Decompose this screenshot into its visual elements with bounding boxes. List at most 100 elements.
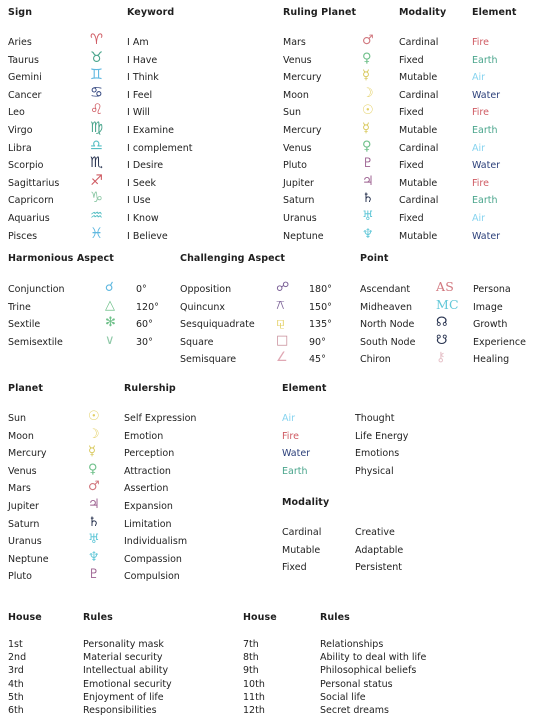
element-name: Air [282,413,296,424]
sign-modality: Fixed [399,54,424,66]
house-rules: Personality mask [83,639,164,650]
planet-name: Moon [8,430,34,442]
sign-keyword: I Think [127,72,159,84]
element-meaning: Life Energy [355,430,409,442]
sign-modality: Mutable [399,230,438,242]
challenging-aspect-glyph: ∠ [276,350,288,366]
signs-header-sign: Sign [8,7,33,18]
house-rules: Intellectual ability [83,665,169,677]
sign-glyph: ♑ [90,190,103,207]
sign-glyph: ♌ [90,102,103,119]
planet-rulership: Attraction [124,465,171,477]
house-number: 11th [243,691,265,703]
planet-glyph: ♄ [88,514,100,530]
ruling-planet-name: Mercury [283,125,322,136]
planet-name: Mercury [8,448,47,460]
houses-header-rules-left: Rules [83,612,113,623]
sign-name: Capricorn [8,195,54,207]
element-name: Fire [282,430,299,442]
aspects-header-harmonious: Harmonious Aspect [8,253,114,264]
sign-name: Virgo [8,125,33,136]
point-name: Midheaven [360,301,413,313]
harmonious-aspect-name: Sextile [8,319,41,331]
signs-header-ruling-planet: Ruling Planet [283,7,357,18]
sign-element: Water [472,230,501,242]
point-glyph: ☋ [436,332,448,348]
sign-name: Gemini [8,72,42,84]
sign-keyword: I Examine [127,125,175,136]
challenging-aspect-glyph: □ [276,332,289,348]
sign-name: Aries [8,37,32,48]
house-number: 6th [8,705,24,716]
point-glyph: AS [436,279,454,294]
ruling-planet-glyph: ♆ [362,226,374,242]
modality-meaning: Creative [355,527,395,538]
aspects-header-point: Point [360,253,389,264]
challenging-aspect-name: Opposition [180,284,232,295]
aspects-header-challenging: Challenging Aspect [180,253,286,264]
house-rules: Social life [320,691,366,703]
planet-name: Uranus [8,536,42,548]
sign-element: Water [472,160,501,172]
sign-glyph: ♍ [90,120,103,136]
astrology-reference-sheet: Sign Keyword Ruling Planet Modality Elem… [0,0,546,720]
sign-name: Libra [8,142,32,154]
house-rules: Relationships [320,639,384,650]
harmonious-aspect-degrees: 0° [136,284,147,295]
planets-header-modality: Modality [282,497,330,508]
challenging-aspect-glyph: ⚼ [276,315,285,331]
signs-header-keyword: Keyword [127,7,175,18]
planet-name: Saturn [8,518,40,530]
sign-keyword: I Seek [127,177,157,189]
sign-keyword: I complement [127,142,193,154]
sign-modality: Mutable [399,177,438,189]
harmonious-aspect-glyph: ☌ [105,280,114,295]
sign-element: Fire [472,177,489,189]
planet-rulership: Assertion [124,483,169,495]
house-rules: Enjoyment of life [83,691,164,703]
sign-modality: Fixed [399,160,424,172]
ruling-planet-name: Mars [283,37,306,48]
house-number: 3rd [8,665,24,677]
challenging-aspect-degrees: 180° [309,284,332,295]
challenging-aspect-degrees: 45° [309,354,326,366]
modality-name: Cardinal [282,527,322,538]
houses-header-house-left: House [8,612,42,623]
planet-glyph: ♂ [88,479,100,495]
sign-glyph: ♐ [90,172,103,189]
sign-element: Water [472,89,501,101]
planet-name: Jupiter [8,501,39,512]
point-meaning: Experience [473,336,526,348]
modality-name: Mutable [282,544,321,556]
signs-header-element: Element [472,7,517,18]
sign-glyph: ♓ [90,225,103,242]
point-meaning: Growth [473,319,508,331]
house-number: 8th [243,652,259,664]
challenging-aspect-glyph: ☍ [276,280,290,295]
modality-name: Fixed [282,562,307,574]
sign-keyword: I Am [127,37,149,48]
planet-name: Neptune [8,553,49,565]
challenging-aspect-name: Quincunx [180,301,226,313]
planet-glyph: ☉ [88,409,100,424]
sign-modality: Cardinal [399,37,439,48]
sign-modality: Cardinal [399,142,439,154]
element-meaning: Thought [355,413,395,424]
harmonious-aspect-degrees: 60° [136,319,153,331]
challenging-aspect-name: Semisquare [180,354,237,366]
point-meaning: Image [473,301,503,313]
signs-header-modality: Modality [399,7,447,18]
sign-keyword: I Believe [127,230,168,242]
planet-rulership: Compulsion [124,571,180,583]
element-name: Water [282,448,311,460]
house-rules: Philosophical beliefs [320,665,417,677]
harmonious-aspect-name: Trine [8,301,31,313]
harmonious-aspect-degrees: 30° [136,336,153,348]
house-rules: Responsibilities [83,705,157,716]
sign-keyword: I Feel [127,89,153,101]
ruling-planet-name: Jupiter [283,177,314,189]
planet-rulership: Compassion [124,553,182,565]
challenging-aspect-degrees: 90° [309,336,326,348]
ruling-planet-name: Venus [283,54,312,66]
planet-glyph: ♆ [88,549,100,565]
